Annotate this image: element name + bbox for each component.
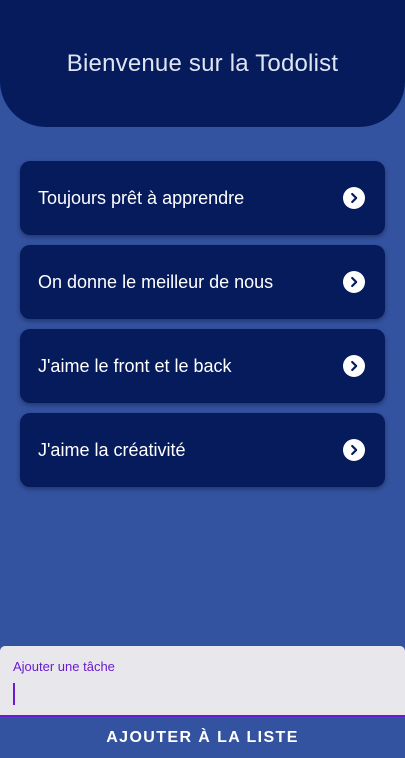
task-input-label: Ajouter une tâche [13,659,115,674]
task-label: Toujours prêt à apprendre [38,187,245,208]
task-item[interactable]: On donne le meilleur de nous [20,245,385,319]
task-item[interactable]: J'aime le front et le back [20,329,385,403]
chevron-right-circle-icon[interactable] [343,355,365,377]
chevron-right-circle-icon[interactable] [343,439,365,461]
task-item[interactable]: Toujours prêt à apprendre [20,161,385,235]
chevron-right-circle-icon[interactable] [343,271,365,293]
app-header: Bienvenue sur la Todolist [0,0,405,127]
chevron-right-circle-icon[interactable] [343,187,365,209]
task-label: J'aime la créativité [38,439,186,460]
task-item[interactable]: J'aime la créativité [20,413,385,487]
task-label: On donne le meilleur de nous [38,271,274,292]
task-list: Toujours prêt à apprendre On donne le me… [20,161,385,497]
task-input[interactable] [13,680,393,706]
add-to-list-button[interactable]: AJOUTER À LA LISTE [0,717,405,758]
page-title: Bienvenue sur la Todolist [66,49,339,77]
task-label: J'aime le front et le back [38,355,232,376]
task-input-area[interactable]: Ajouter une tâche [0,646,405,717]
